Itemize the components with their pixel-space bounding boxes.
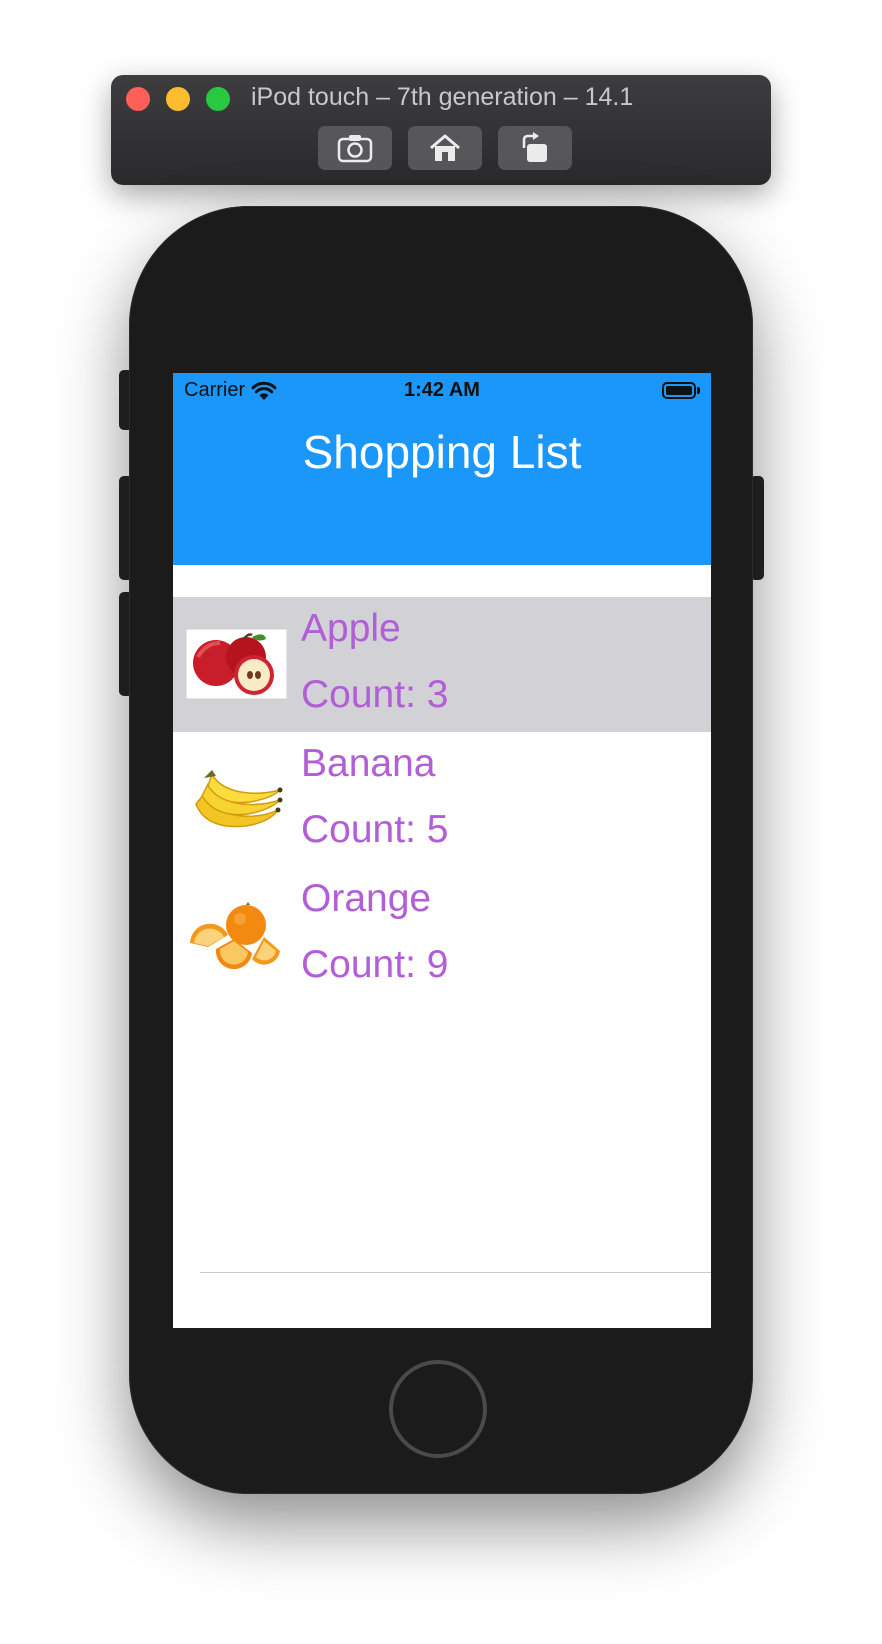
- app-screen: Carrier 1:42 AM Shopping List Apple Coun…: [173, 373, 711, 1328]
- shopping-list[interactable]: Apple Count: 3 Banana Count: 5 Orange Co…: [173, 597, 711, 1273]
- navigation-bar: Carrier 1:42 AM Shopping List: [173, 373, 711, 565]
- page-title: Shopping List: [302, 426, 582, 478]
- screenshot-button[interactable]: [318, 126, 392, 170]
- list-item-orange[interactable]: Orange Count: 9: [173, 867, 711, 1002]
- battery-tip: [697, 387, 700, 394]
- home-button-sim[interactable]: [408, 126, 482, 170]
- item-count: Count: 3: [301, 673, 449, 716]
- item-name: Apple: [301, 607, 401, 650]
- status-time: 1:42 AM: [404, 379, 480, 401]
- empty-row: [173, 1137, 711, 1272]
- simulator-title: iPod touch – 7th generation – 14.1: [251, 83, 634, 111]
- close-window-button[interactable]: [126, 87, 150, 111]
- item-name: Orange: [301, 877, 432, 920]
- home-icon: [430, 134, 460, 161]
- simulator-title-bar[interactable]: iPod touch – 7th generation – 14.1: [111, 75, 771, 185]
- item-count: Count: 5: [301, 808, 449, 851]
- item-name: Banana: [301, 742, 436, 785]
- rotate-icon: [522, 132, 547, 162]
- minimize-window-button[interactable]: [166, 87, 190, 111]
- row-separator: [200, 1272, 711, 1273]
- orange-image: [190, 902, 280, 969]
- banana-image: [195, 770, 283, 828]
- item-count: Count: 9: [301, 943, 449, 986]
- apple-image: [186, 629, 287, 699]
- list-item-banana[interactable]: Banana Count: 5: [173, 732, 711, 867]
- zoom-window-button[interactable]: [206, 87, 230, 111]
- rotate-button[interactable]: [498, 126, 572, 170]
- camera-icon: [337, 135, 373, 163]
- device-home-button[interactable]: [389, 1360, 487, 1458]
- battery-icon: [662, 382, 696, 399]
- simulator-stage: iPod touch – 7th generation – 14.1 Carri…: [0, 0, 882, 1644]
- battery-level: [666, 386, 692, 395]
- list-item-apple[interactable]: Apple Count: 3: [173, 597, 711, 732]
- empty-row: [173, 1002, 711, 1137]
